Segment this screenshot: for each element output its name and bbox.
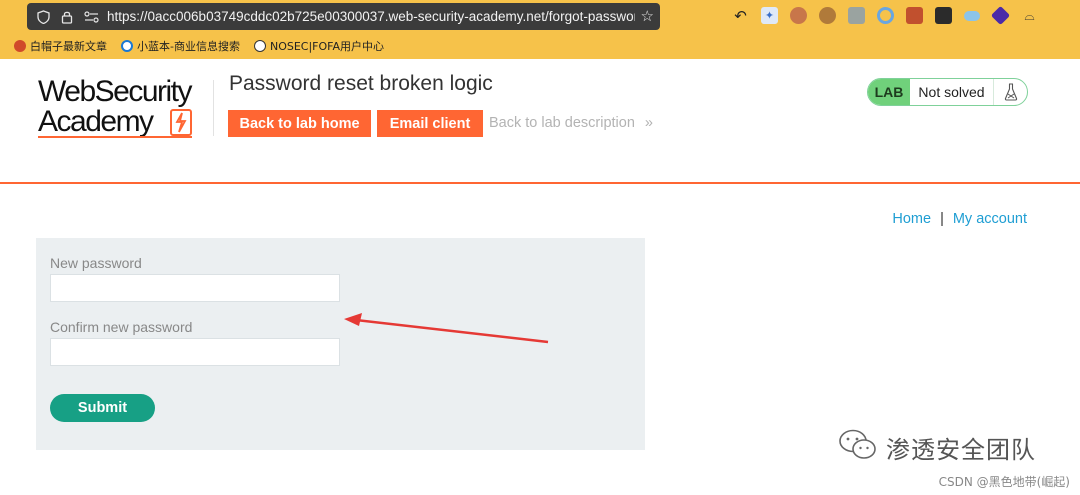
confirm-password-input[interactable] [50,338,340,366]
bookmark-item[interactable]: 小蓝本-商业信息搜索 [121,38,240,54]
address-bar-url[interactable]: https://0acc006b03749cddc02b725e00300037… [107,9,635,24]
my-account-link[interactable]: My account [953,211,1027,227]
reset-password-form: New password Confirm new password Submit [36,238,645,450]
back-arrow-icon[interactable]: ↶ [732,7,749,25]
web-security-academy-logo[interactable]: WebSecurity Academy [38,76,213,140]
watermark-credit: CSDN @黑色地带(崛起) [938,475,1070,489]
grid-extension-icon[interactable] [935,7,952,24]
watermark: 渗透安全团队 [838,428,1036,467]
extension-toolbar: ↶ ✦ ⌓ [732,5,1050,27]
address-bar[interactable]: https://0acc006b03749cddc02b725e00300037… [27,3,660,30]
lightning-bolt-icon [170,109,192,136]
new-password-label: New password [50,255,142,271]
back-to-lab-description-label: Back to lab description [489,115,635,131]
gear-extension-icon[interactable] [906,7,923,24]
flask-icon [994,79,1027,105]
lab-status-badge: LAB Not solved [867,78,1028,106]
home-link[interactable]: Home [892,211,931,227]
email-client-button[interactable]: Email client [377,110,483,137]
account-nav: Home | My account [892,211,1027,227]
shield-icon[interactable] [33,7,53,27]
ring-extension-icon[interactable] [877,7,894,24]
logo-underline [38,136,192,138]
lab-tag: LAB [868,79,910,105]
bookmark-favicon-icon [121,40,133,52]
watermark-brand: 渗透安全团队 [886,436,1036,464]
cookie-extension-icon[interactable] [819,7,836,24]
back-to-lab-home-button[interactable]: Back to lab home [228,110,371,137]
logo-line-1: WebSecurity [38,75,193,108]
bookmark-favicon-icon [14,40,26,52]
connection-settings-icon[interactable] [81,7,101,27]
submit-button[interactable]: Submit [50,394,155,422]
bookmark-item[interactable]: 白帽子最新文章 [14,38,107,54]
globe-icon [253,40,266,52]
lab-title: Password reset broken logic [229,72,493,95]
logo-divider [213,80,214,136]
bookmark-item[interactable]: NOSEC|FOFA用户中心 [253,38,384,54]
puzzle-extension-icon[interactable] [848,7,865,24]
browser-chrome: https://0acc006b03749cddc02b725e00300037… [0,0,1080,59]
new-password-input[interactable] [50,274,340,302]
back-to-lab-description-link[interactable]: Back to lab description » [489,115,653,131]
header-divider [0,182,1080,184]
chevron-right-icon: » [644,115,653,131]
wechat-icon [838,428,878,467]
bird-extension-icon[interactable]: ✦ [761,7,778,24]
diamond-extension-icon[interactable] [990,5,1011,26]
bookmark-star-icon[interactable]: ☆ [641,7,654,25]
lab-status-text: Not solved [910,79,994,105]
bookmarks-bar: 白帽子最新文章 小蓝本-商业信息搜索 NOSEC|FOFA用户中心 [0,36,398,56]
confirm-password-label: Confirm new password [50,319,193,335]
logo-line-2: Academy [38,105,154,138]
hat-extension-icon[interactable]: ⌓ [1021,7,1038,24]
lock-icon[interactable] [57,7,77,27]
toggle-extension-icon[interactable] [964,11,980,21]
palette-extension-icon[interactable] [790,7,807,24]
nav-separator: | [940,211,944,227]
